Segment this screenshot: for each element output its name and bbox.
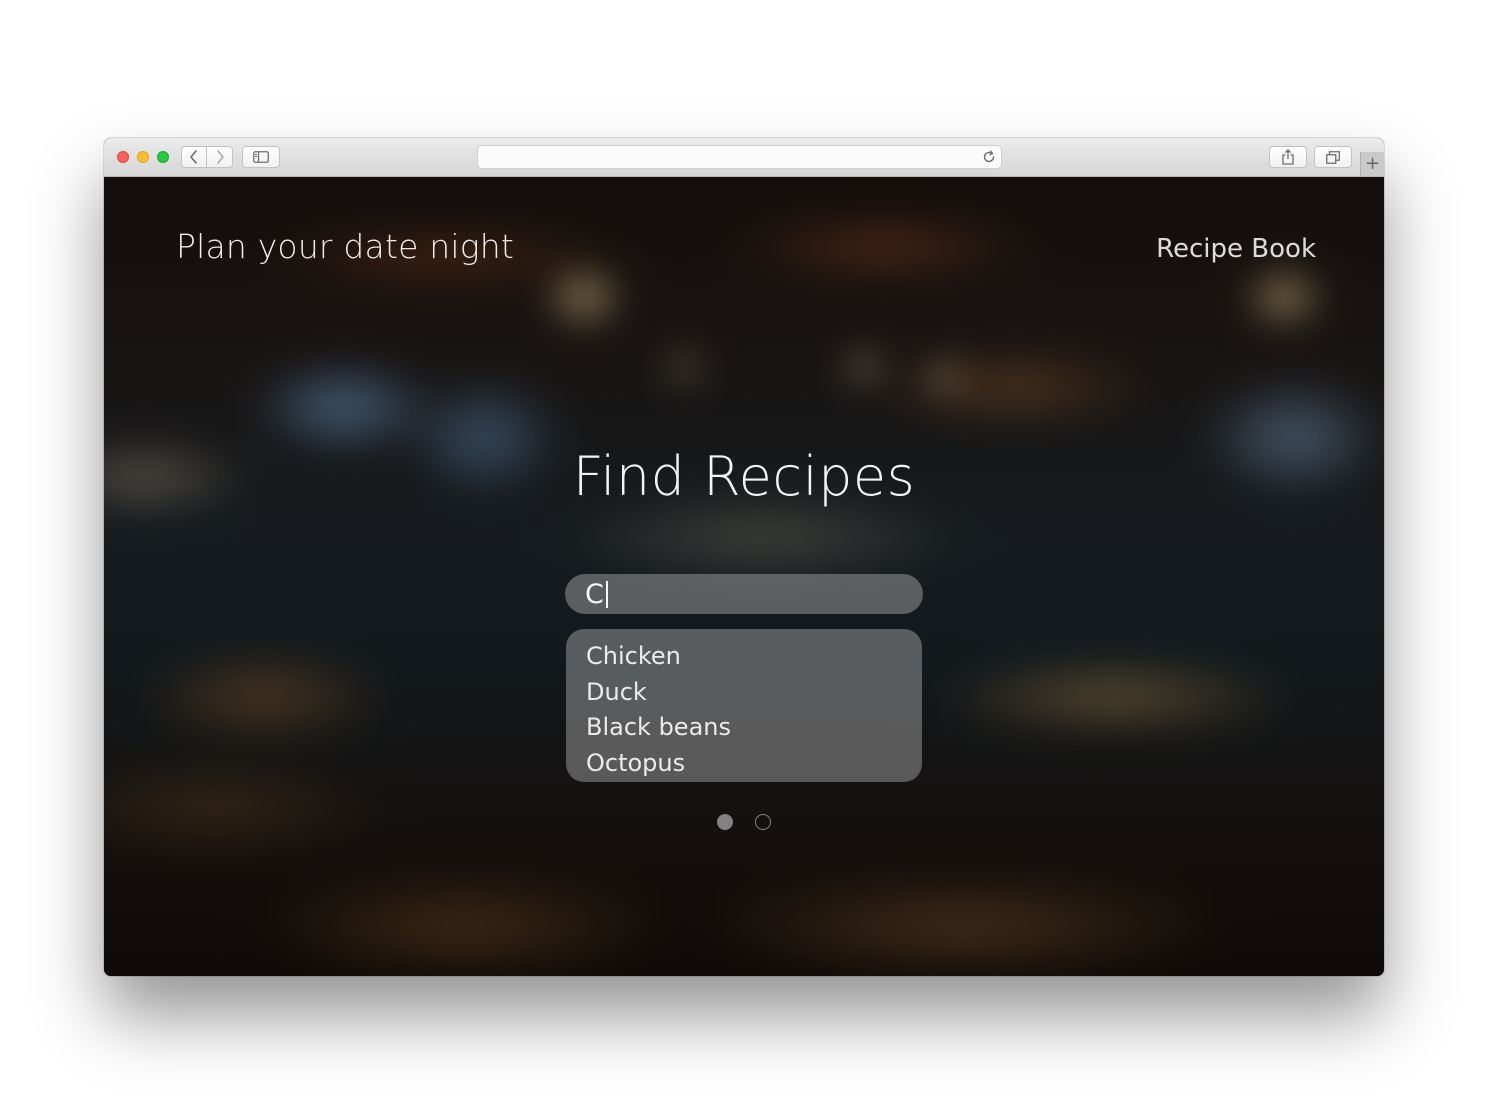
page-heading: Find Recipes [572,445,916,508]
new-tab-button[interactable]: + [1360,152,1384,176]
back-button[interactable] [181,146,207,168]
site-title[interactable]: Plan your date night [176,227,514,266]
minimize-window-button[interactable] [137,151,149,163]
zoom-window-button[interactable] [157,151,169,163]
sidebar-icon [253,151,269,163]
page-content: Plan your date night Recipe Book Find Re… [104,177,1384,976]
forward-button[interactable] [207,146,233,168]
search-input-value[interactable]: C [585,579,604,610]
pagination-dot-2[interactable] [755,814,771,830]
chevron-left-icon [190,150,197,164]
show-tabs-button[interactable] [1314,146,1352,168]
close-window-button[interactable] [117,151,129,163]
text-caret [605,580,608,608]
suggestion-item[interactable]: Chicken [586,639,902,675]
search-input[interactable]: C [565,574,923,614]
address-bar[interactable] [477,145,1002,169]
browser-toolbar: + [104,138,1384,177]
pagination-dot-1[interactable] [717,814,733,830]
suggestion-list: Chicken Duck Black beans Octopus [566,629,922,782]
share-icon [1282,149,1294,165]
chevron-right-icon [216,150,224,164]
reload-icon[interactable] [982,150,996,164]
tabs-icon [1326,150,1340,164]
browser-window: + Plan your date night Recipe Book Find … [104,138,1384,976]
suggestion-item[interactable]: Black beans [586,710,902,746]
share-button[interactable] [1269,146,1307,168]
suggestion-item[interactable]: Octopus [586,746,902,782]
recipe-book-link[interactable]: Recipe Book [1156,234,1316,264]
suggestion-item[interactable]: Duck [586,675,902,711]
sidebar-toggle-button[interactable] [242,146,280,168]
pagination-dots [104,814,1384,830]
